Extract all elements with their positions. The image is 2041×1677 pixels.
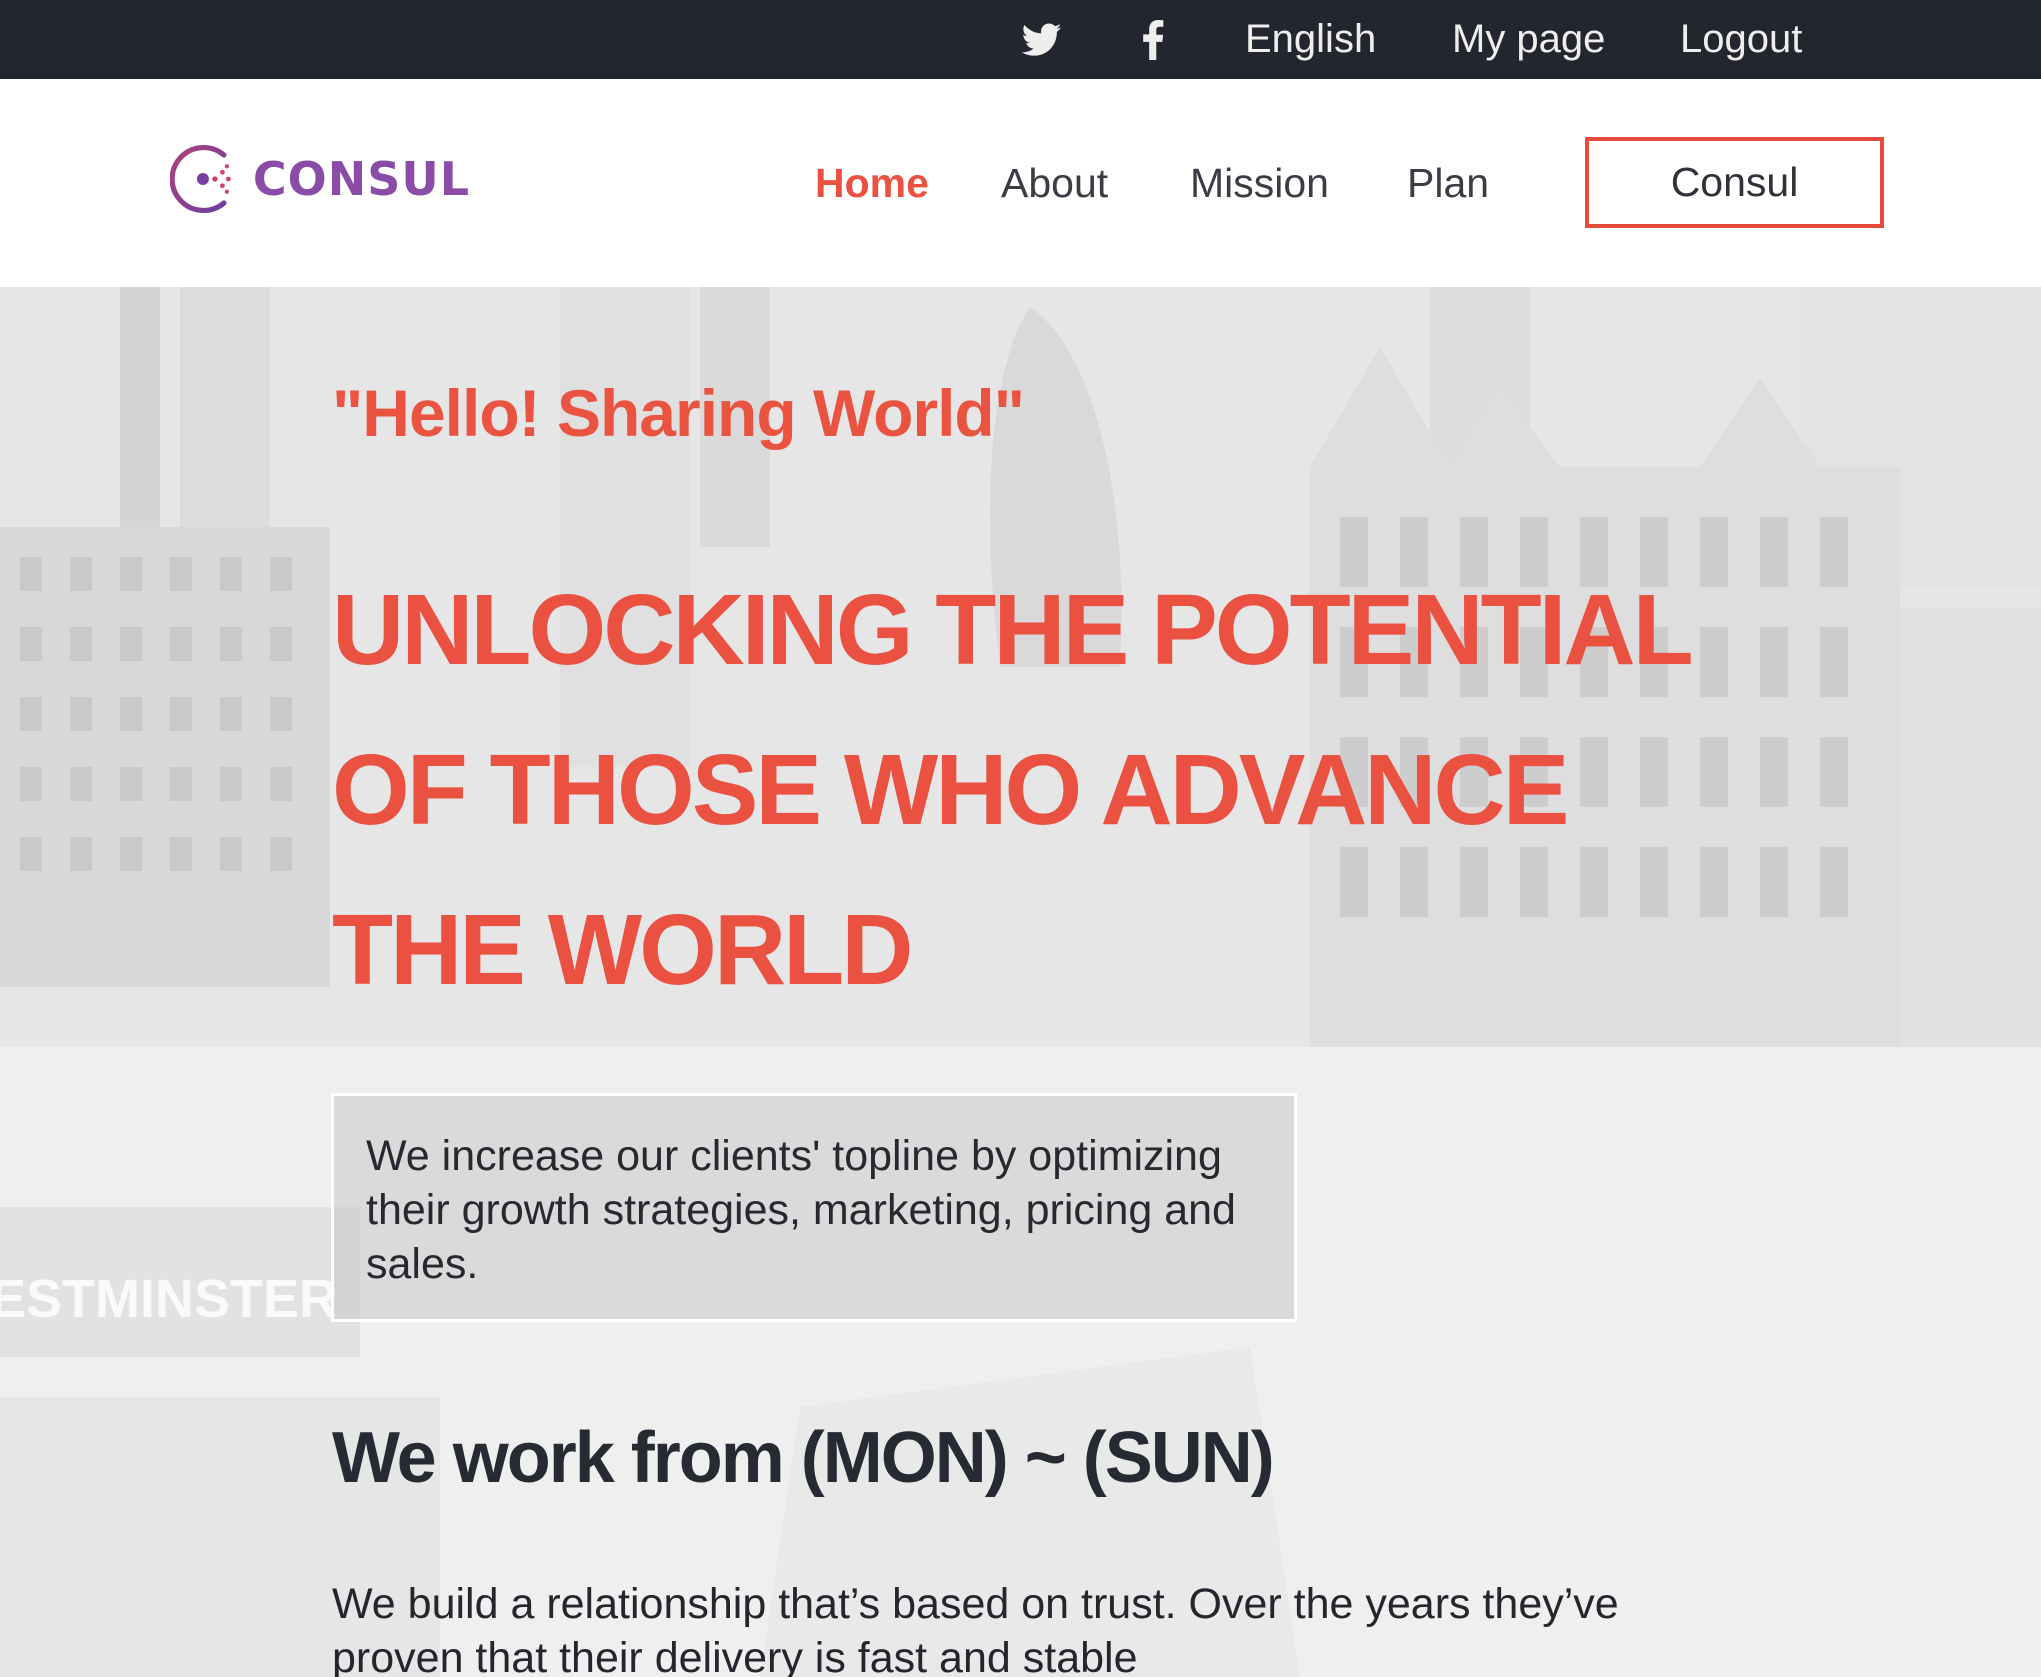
consul-button-label: Consul <box>1670 159 1799 205</box>
hero-tagline: "Hello! Sharing World" <box>332 376 1025 450</box>
nav-mission[interactable]: Mission <box>1190 79 1329 287</box>
nav-home[interactable]: Home <box>815 79 929 287</box>
consul-button[interactable]: Consul <box>1585 137 1884 228</box>
logout-link[interactable]: Logout <box>1680 0 1802 79</box>
twitter-link[interactable] <box>1022 0 1062 79</box>
consul-logo[interactable]: CONSUL <box>170 125 470 233</box>
intro-paragraph: We build a relationship that’s based on … <box>332 1580 1619 1677</box>
headline-line: UNLOCKING THE POTENTIAL <box>332 574 1694 686</box>
headline-line: THE WORLD <box>332 894 913 1006</box>
my-page-link[interactable]: My page <box>1452 0 1605 79</box>
schedule-heading: We work from (MON) ~ (SUN) <box>332 1418 1275 1498</box>
nav-home-label: Home <box>815 159 929 206</box>
nav-plan[interactable]: Plan <box>1407 79 1489 287</box>
consul-logo-icon <box>170 144 231 214</box>
background-sign-text: ESTMINSTER <box>0 1269 338 1329</box>
top-utility-bar: English My page Logout <box>0 0 2041 79</box>
language-selector[interactable]: English <box>1245 0 1376 79</box>
twitter-icon <box>1022 23 1062 57</box>
hero-headline: UNLOCKING THE POTENTIAL OF THOSE WHO ADV… <box>332 550 1752 1030</box>
nav-about-label: About <box>1001 159 1109 206</box>
facebook-icon <box>1142 19 1164 60</box>
headline-line: OF THOSE WHO ADVANCE <box>332 734 1569 846</box>
my-page-label: My page <box>1452 17 1606 61</box>
logo-text: CONSUL <box>252 152 470 206</box>
main-header: CONSUL Home About Mission Plan Consul <box>0 79 2041 287</box>
info-box: We increase our clients' topline by opti… <box>331 1093 1297 1322</box>
logout-label: Logout <box>1680 17 1803 61</box>
nav-plan-label: Plan <box>1407 159 1490 206</box>
info-box-text: We increase our clients' topline by opti… <box>366 1132 1236 1288</box>
language-label: English <box>1245 17 1377 61</box>
nav-mission-label: Mission <box>1190 159 1329 206</box>
hero-section: ESTMINSTER "Hello! Sharing World" UNLOCK… <box>0 287 2041 1677</box>
facebook-link[interactable] <box>1142 0 1164 79</box>
nav-about[interactable]: About <box>1001 79 1108 287</box>
